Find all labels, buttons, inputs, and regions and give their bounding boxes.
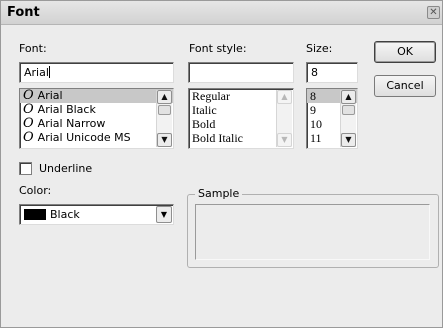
scroll-up-icon[interactable]: ▲ (157, 90, 172, 104)
size-label: Size: (306, 42, 333, 55)
chevron-down-icon[interactable]: ▼ (156, 206, 172, 223)
truetype-icon: O (23, 102, 34, 117)
truetype-icon: O (23, 130, 34, 145)
close-icon[interactable]: ✕ (427, 6, 440, 19)
font-dialog: Font ✕ Font: Arial O Arial O Arial Black O… (0, 0, 443, 328)
underline-label[interactable]: Underline (39, 162, 92, 175)
font-style-label: Font style: (189, 42, 247, 55)
color-swatch (24, 209, 46, 220)
dialog-title: Font (7, 5, 40, 20)
size-input[interactable]: 8 (306, 62, 358, 83)
truetype-icon: O (23, 116, 34, 131)
title-bar[interactable]: Font ✕ (1, 1, 442, 25)
size-list-scrollbar[interactable]: ▲ ▼ (340, 90, 356, 147)
scroll-up-icon[interactable]: ▲ (341, 90, 356, 104)
sample-label: Sample (195, 187, 243, 200)
font-input-value: Arial (24, 66, 49, 79)
font-list-item[interactable]: O Arial Unicode MS (20, 131, 173, 145)
scroll-down-icon[interactable]: ▼ (157, 133, 172, 147)
color-select[interactable]: Black ▼ (19, 204, 174, 225)
text-caret (48, 66, 50, 78)
size-list[interactable]: 8 9 10 11 ▲ ▼ (306, 88, 358, 149)
underline-checkbox[interactable] (19, 162, 32, 175)
size-input-value: 8 (311, 66, 318, 79)
ok-button[interactable]: OK (374, 41, 436, 63)
scroll-thumb[interactable] (342, 105, 355, 115)
font-list-item[interactable]: O Arial Black (20, 103, 173, 117)
cancel-button[interactable]: Cancel (374, 75, 436, 97)
font-list-item[interactable]: O Arial (20, 89, 173, 103)
truetype-icon: O (23, 88, 34, 103)
font-input[interactable]: Arial (19, 62, 174, 83)
scroll-down-icon[interactable]: ▼ (341, 133, 356, 147)
sample-preview (195, 204, 430, 260)
color-label: Color: (19, 184, 52, 197)
font-label: Font: (19, 42, 47, 55)
font-style-scrollbar: ▲ ▼ (276, 90, 292, 147)
font-list-item[interactable]: O Arial Narrow (20, 117, 173, 131)
scroll-down-icon: ▼ (277, 133, 292, 147)
color-value: Black (50, 208, 80, 221)
font-list-scrollbar[interactable]: ▲ ▼ (156, 90, 172, 147)
font-style-list[interactable]: Regular Italic Bold Bold Italic ▲ ▼ (188, 88, 294, 149)
scroll-up-icon: ▲ (277, 90, 292, 104)
scroll-thumb[interactable] (158, 105, 171, 115)
font-list[interactable]: O Arial O Arial Black O Arial Narrow O Arial… (19, 88, 174, 149)
font-style-input[interactable] (188, 62, 294, 83)
